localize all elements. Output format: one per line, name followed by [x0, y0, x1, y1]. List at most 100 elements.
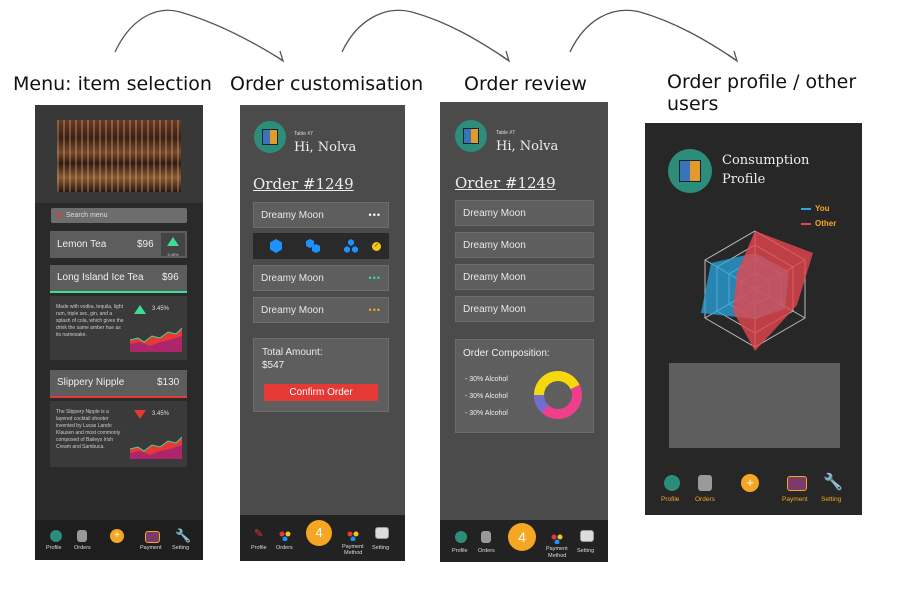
screen-customisation: Table #7 Hi, Nolva Order #1249 Dreamy Mo…: [240, 105, 405, 561]
total-label: Total Amount:: [262, 347, 323, 358]
avatar: [254, 121, 286, 153]
check-icon[interactable]: ✓: [372, 242, 381, 251]
nav-label: Payment: [140, 545, 162, 551]
item-name: Dreamy Moon: [261, 304, 324, 316]
wrench-icon[interactable]: 🔧: [823, 472, 843, 492]
item-long-island[interactable]: Long Island Ice Tea $96: [50, 265, 187, 293]
arrow-2-head: [499, 50, 511, 63]
caption-menu: Menu: item selection: [13, 73, 212, 95]
more-icon[interactable]: •••: [369, 210, 381, 220]
heart-icon: ❤: [56, 212, 62, 220]
order-item[interactable]: Dreamy Moon: [455, 200, 594, 226]
confirm-order-button[interactable]: Confirm Order: [264, 384, 378, 401]
bottom-nav: Profile Orders 4 Payment Method Setting: [440, 520, 608, 562]
dots-icon[interactable]: [279, 528, 291, 542]
item-price: $130: [157, 377, 180, 388]
card-icon[interactable]: [580, 530, 594, 542]
card-icon[interactable]: [375, 527, 389, 539]
order-title: Order #1249: [253, 175, 354, 193]
more-icon[interactable]: •••: [369, 305, 381, 315]
profile-title: Consumption: [722, 153, 810, 168]
orders-icon[interactable]: [77, 530, 87, 542]
composition-card: Order Composition: - 30% Alcohol - 30% A…: [455, 339, 594, 433]
count-badge[interactable]: 4: [306, 520, 332, 546]
radar-chart: [701, 230, 813, 351]
table-label: Table #7: [496, 130, 515, 136]
hexagon-icon[interactable]: [269, 239, 283, 253]
order-item[interactable]: Dreamy Moon •••: [253, 297, 389, 323]
caption-profile: Order profile / other users: [667, 71, 857, 115]
cube-icon: [679, 160, 701, 182]
total-card: Total Amount: $547 Confirm Order: [253, 338, 389, 412]
order-item[interactable]: Dreamy Moon •••: [253, 202, 389, 228]
payment-icon[interactable]: [787, 476, 807, 491]
profile-icon[interactable]: [50, 530, 62, 542]
nav-label: Orders: [276, 545, 293, 551]
item-lemon-tea[interactable]: Lemon Tea $96 3.45%: [50, 231, 187, 258]
dots-icon[interactable]: [347, 528, 359, 542]
order-item[interactable]: Dreamy Moon: [455, 232, 594, 258]
orders-icon[interactable]: [481, 531, 491, 543]
nav-label: Orders: [478, 548, 495, 554]
caption-customisation: Order customisation: [230, 73, 424, 95]
payment-icon[interactable]: [145, 531, 160, 543]
screen-menu: ❤ Search menu Lemon Tea $96 3.45% Long I…: [35, 105, 203, 560]
up-triangle-icon: [134, 305, 146, 314]
order-item[interactable]: Dreamy Moon •••: [253, 265, 389, 291]
trend-badge: 3.45%: [161, 233, 185, 257]
more-icon[interactable]: •••: [369, 273, 381, 283]
item-description: The Slippery Nipple is a layered cocktai…: [56, 409, 121, 450]
add-icon[interactable]: +: [741, 474, 759, 492]
arrow-2: [341, 9, 509, 61]
item-name: Lemon Tea: [57, 239, 107, 250]
flow-arrows: [114, 9, 739, 63]
trend-percent: 3.45%: [152, 411, 170, 417]
greeting: Hi, Nolva: [294, 140, 357, 155]
composition-line: - 30% Alcohol: [465, 410, 508, 417]
composition-title: Order Composition:: [463, 348, 550, 359]
item-name: Dreamy Moon: [463, 271, 526, 283]
screen-consumption-profile: Consumption Profile You Other Profile Or…: [645, 123, 862, 515]
item-name: Long Island Ice Tea: [57, 272, 144, 283]
profile-icon[interactable]: [455, 531, 467, 543]
wrench-icon[interactable]: 🔧: [175, 528, 191, 544]
item-name: Dreamy Moon: [463, 239, 526, 251]
triple-hexagon-icon[interactable]: [343, 239, 359, 253]
nav-label: Profile: [661, 496, 680, 503]
up-triangle-icon: [167, 237, 179, 246]
order-item[interactable]: Dreamy Moon: [455, 264, 594, 290]
item-name: Dreamy Moon: [463, 303, 526, 315]
nav-label: Profile: [46, 545, 62, 551]
item-name: Dreamy Moon: [261, 272, 324, 284]
item-name: Dreamy Moon: [261, 209, 324, 221]
greeting: Hi, Nolva: [496, 139, 559, 154]
badge-value: 3.45%: [167, 252, 179, 257]
count-badge[interactable]: 4: [508, 523, 536, 551]
nav-label: Payment: [782, 496, 808, 503]
profile-icon[interactable]: [664, 475, 680, 491]
item-details: The Slippery Nipple is a layered cocktai…: [50, 401, 187, 467]
item-price: $96: [137, 239, 154, 250]
search-input[interactable]: ❤ Search menu: [51, 208, 187, 223]
donut-chart: [534, 371, 582, 419]
composition-line: - 30% Alcohol: [465, 376, 508, 383]
arrow-3-head: [727, 50, 739, 63]
item-slippery-nipple[interactable]: Slippery Nipple $130: [50, 370, 187, 398]
item-price: $96: [162, 272, 179, 283]
dots-icon[interactable]: [551, 531, 563, 545]
search-placeholder: Search menu: [65, 212, 108, 219]
nav-label: Payment: [546, 546, 568, 552]
brush-icon[interactable]: ✎: [254, 527, 263, 540]
nav-label: Setting: [172, 545, 190, 551]
add-icon[interactable]: +: [110, 529, 124, 543]
down-triangle-icon: [134, 410, 146, 419]
profile-title: Profile: [722, 172, 766, 187]
avatar: [455, 120, 487, 152]
total-value: $547: [262, 360, 285, 371]
legend-swatch-you: [801, 208, 811, 210]
item-details: Made with vodka, tequila, light rum, tri…: [50, 296, 187, 360]
order-item[interactable]: Dreamy Moon: [455, 296, 594, 322]
bottom-nav: Profile Orders + Payment 🔧 Setting: [645, 463, 862, 515]
double-hexagon-icon[interactable]: [305, 239, 321, 253]
orders-icon[interactable]: [698, 475, 712, 491]
